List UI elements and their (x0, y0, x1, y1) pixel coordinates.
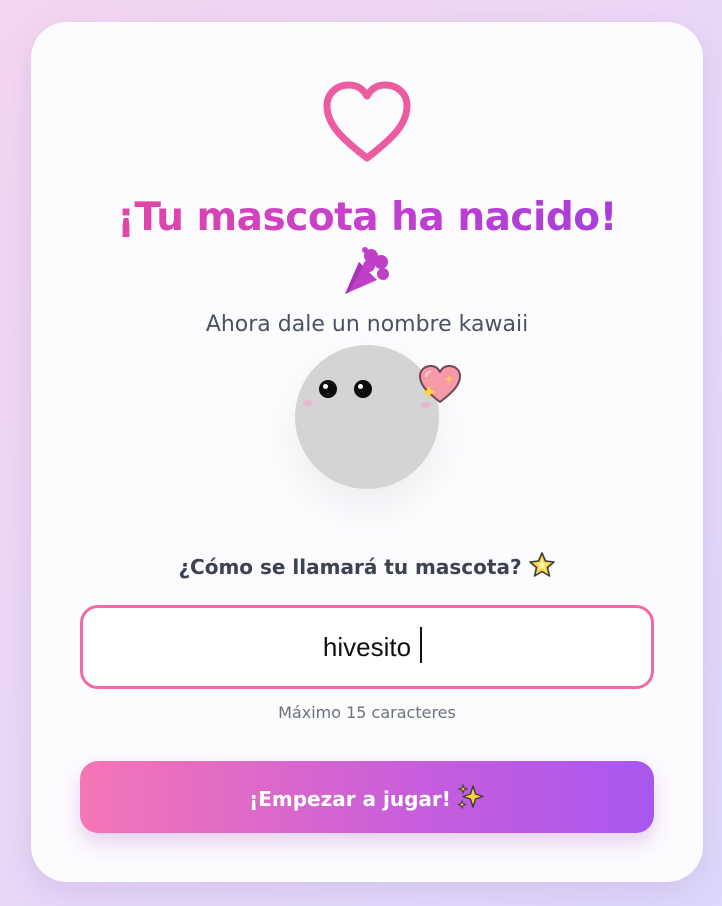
start-game-button-label: ¡Empezar a jugar! (249, 786, 451, 811)
pet-name-input[interactable] (80, 605, 654, 689)
page-subtitle: Ahora dale un nombre kawaii (205, 312, 529, 337)
start-game-button[interactable]: ¡Empezar a jugar! (80, 761, 654, 833)
character-limit-hint: Máximo 15 caracteres (278, 703, 456, 722)
sparkling-heart-icon (419, 365, 461, 403)
pet-right-eye (354, 380, 372, 398)
pet-left-blush (303, 400, 313, 406)
pet-naming-card: ¡Tu mascota ha nacido! Ahora dale un nom… (31, 22, 703, 882)
name-question-label: ¿Cómo se llamará tu mascota? (178, 555, 522, 579)
name-question: ¿Cómo se llamará tu mascota? (31, 552, 703, 579)
party-popper-icon (345, 247, 389, 294)
sparkles-icon (457, 783, 484, 809)
glowing-star-icon (528, 552, 555, 577)
text-cursor (420, 627, 422, 663)
pet-left-eye (319, 380, 337, 398)
page-title: ¡Tu mascota ha nacido! (31, 192, 703, 244)
heart-outline-icon (323, 81, 411, 162)
